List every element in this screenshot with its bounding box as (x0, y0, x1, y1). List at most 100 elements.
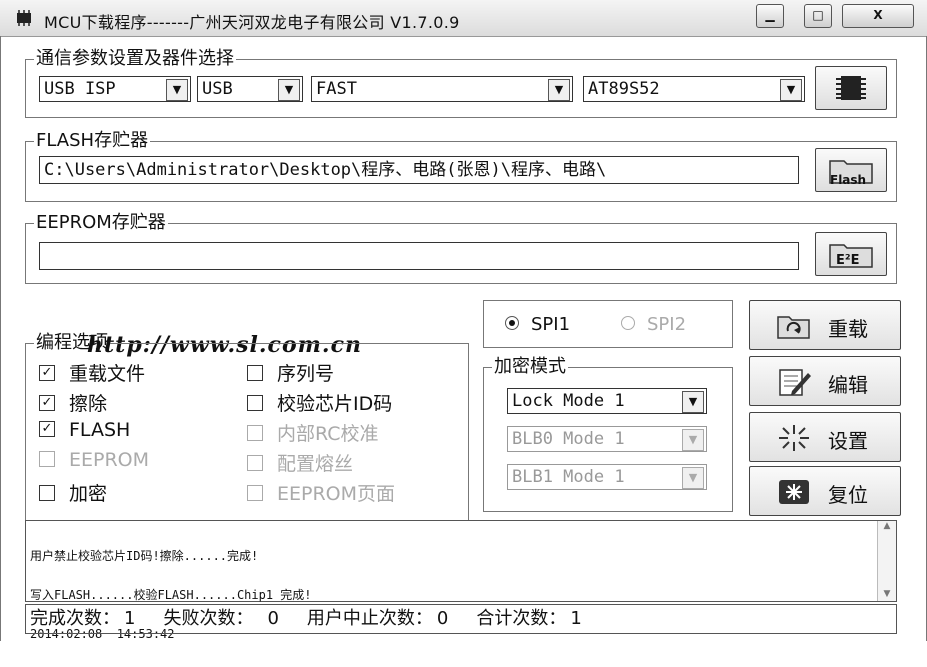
chip-icon (836, 76, 866, 100)
eeprom-label: EEPROM (69, 449, 150, 471)
spi1-label: SPI1 (531, 314, 571, 335)
title-bar[interactable]: MCU下载程序-------广州天河双龙电子有限公司 V1.7.0.9 ▁ □ … (0, 0, 927, 37)
fail-count-label: 失败次数： (163, 608, 254, 629)
protocol-value: USB ISP (44, 79, 116, 99)
log-output[interactable]: 用户禁止校验芯片ID码!擦除......完成! 写入FLASH......校验F… (25, 520, 897, 641)
flash-path-field[interactable]: C:\Users\Administrator\Desktop\程序、电路(张恩)… (39, 156, 799, 184)
checkbox-checked-icon: ✓ (39, 394, 55, 411)
checkbox-unchecked-icon (247, 394, 263, 411)
chevron-down-icon[interactable]: ▼ (682, 391, 704, 413)
blb1-mode-select[interactable]: BLB1 Mode 1 ▼ (507, 464, 707, 490)
total-count-label: 合计次数： (476, 608, 567, 629)
spi2-radio[interactable]: SPI2 (621, 314, 686, 335)
checkbox-checked-icon: ✓ (39, 364, 55, 381)
config-fuse-checkbox[interactable]: 配置熔丝 (247, 449, 353, 475)
comm-settings-legend: 通信参数设置及器件选择 (36, 48, 234, 69)
maximize-icon: □ (812, 8, 824, 22)
app-icon (17, 10, 31, 26)
window-title: MCU下载程序-------广州天河双龙电子有限公司 V1.7.0.9 (44, 13, 460, 32)
chevron-down-icon[interactable]: ▼ (548, 79, 570, 101)
verify-chip-id-checkbox[interactable]: 校验芯片ID码 (247, 389, 393, 415)
sparkle-settings-icon (779, 425, 809, 451)
checkbox-checked-icon: ✓ (39, 420, 55, 437)
checkbox-unchecked-icon (247, 484, 263, 501)
edit-button[interactable]: 编辑 (749, 356, 901, 406)
eeprom-page-checkbox[interactable]: EEPROM页面 (247, 479, 396, 505)
checkbox-unchecked-icon (247, 454, 263, 471)
done-count-label: 完成次数： (30, 608, 120, 629)
status-bar: 完成次数： 1 失败次数： 0 用户中止次数： 0 合计次数： 1 (25, 604, 897, 634)
reset-label: 复位 (828, 483, 868, 507)
checkbox-unchecked-icon (247, 364, 263, 381)
checkbox-unchecked-icon (39, 450, 55, 467)
done-count-value: 1 (124, 608, 136, 629)
chevron-down-icon[interactable]: ▼ (682, 429, 704, 451)
edit-icon (779, 369, 811, 396)
total-count-value: 1 (570, 608, 582, 629)
encrypt-checkbox[interactable]: 加密 (39, 479, 107, 505)
chevron-down-icon[interactable]: ▼ (682, 467, 704, 489)
internal-rc-calibration-label: 内部RC校准 (277, 423, 379, 445)
chip-select-button[interactable] (815, 66, 887, 110)
checkbox-unchecked-icon (247, 424, 263, 441)
flash-legend: FLASH存贮器 (36, 130, 149, 151)
close-icon: X (873, 8, 883, 22)
log-line: 写入FLASH......校验FLASH......Chip1 完成! (30, 588, 312, 602)
port-value: USB (202, 79, 233, 99)
flash-button-label: Flash (830, 173, 867, 187)
reload-button[interactable]: 重载 (749, 300, 901, 350)
flash-label: FLASH (69, 419, 131, 441)
serial-number-checkbox[interactable]: 序列号 (247, 359, 335, 385)
flash-checkbox[interactable]: ✓ FLASH (39, 419, 130, 443)
lock-mode-select[interactable]: Lock Mode 1 ▼ (507, 388, 707, 414)
protocol-select[interactable]: USB ISP ▼ (39, 76, 191, 102)
fail-count-value: 0 (267, 608, 279, 629)
speed-value: FAST (316, 79, 357, 99)
log-line: 用户禁止校验芯片ID码!擦除......完成! (30, 549, 259, 563)
speed-select[interactable]: FAST ▼ (311, 76, 573, 102)
reload-file-checkbox[interactable]: ✓ 重载文件 (39, 359, 145, 385)
reset-icon (779, 480, 809, 504)
chevron-down-icon[interactable]: ▼ (780, 79, 802, 101)
log-lines: 用户禁止校验芯片ID码!擦除......完成! 写入FLASH......校验F… (30, 524, 312, 667)
erase-checkbox[interactable]: ✓ 擦除 (39, 389, 108, 415)
lock-mode-value: Lock Mode 1 (512, 391, 625, 411)
encrypt-mode-legend: 加密模式 (494, 356, 566, 377)
program-options-legend: 编程选项 (36, 332, 108, 353)
flash-browse-button[interactable]: Flash (815, 148, 887, 192)
abort-count-value: 0 (436, 608, 449, 629)
eeprom-path-field[interactable] (39, 242, 799, 270)
eeprom-browse-button[interactable]: E²E (815, 232, 887, 276)
internal-rc-calibration-checkbox[interactable]: 内部RC校准 (247, 419, 379, 445)
radio-unselected-icon (621, 316, 635, 330)
blb1-mode-value: BLB1 Mode 1 (512, 467, 625, 487)
abort-count-label: 用户中止次数： (306, 608, 433, 629)
verify-chip-id-label: 校验芯片ID码 (277, 393, 393, 415)
scroll-down-icon[interactable]: ▼ (878, 589, 896, 599)
settings-button[interactable]: 设置 (749, 412, 901, 462)
edit-label: 编辑 (828, 373, 868, 397)
port-select[interactable]: USB ▼ (197, 76, 303, 102)
spi1-radio[interactable]: SPI1 (505, 314, 570, 335)
maximize-button[interactable]: □ (804, 4, 832, 28)
reset-button[interactable]: 复位 (749, 466, 901, 516)
log-scrollbar[interactable]: ▲ ▼ (877, 521, 896, 601)
eeprom-page-label: EEPROM页面 (277, 483, 396, 505)
blb0-mode-select[interactable]: BLB0 Mode 1 ▼ (507, 426, 707, 452)
chevron-down-icon[interactable]: ▼ (278, 79, 300, 101)
serial-number-label: 序列号 (277, 363, 335, 385)
minimize-button[interactable]: ▁ (756, 4, 784, 28)
eeprom-checkbox[interactable]: EEPROM (39, 449, 149, 473)
eeprom-legend: EEPROM存贮器 (36, 212, 166, 233)
main-window-body: 通信参数设置及器件选择 USB ISP ▼ USB ▼ FAST ▼ AT89S… (0, 36, 927, 641)
device-value: AT89S52 (588, 79, 660, 99)
radio-selected-icon (505, 316, 519, 330)
checkbox-unchecked-icon (39, 484, 55, 501)
spi2-label: SPI2 (647, 314, 687, 335)
close-button[interactable]: X (842, 4, 914, 28)
erase-label: 擦除 (69, 393, 108, 415)
reload-label: 重载 (828, 317, 868, 341)
chevron-down-icon[interactable]: ▼ (166, 79, 188, 101)
device-select[interactable]: AT89S52 ▼ (583, 76, 805, 102)
scroll-up-icon[interactable]: ▲ (878, 521, 896, 531)
